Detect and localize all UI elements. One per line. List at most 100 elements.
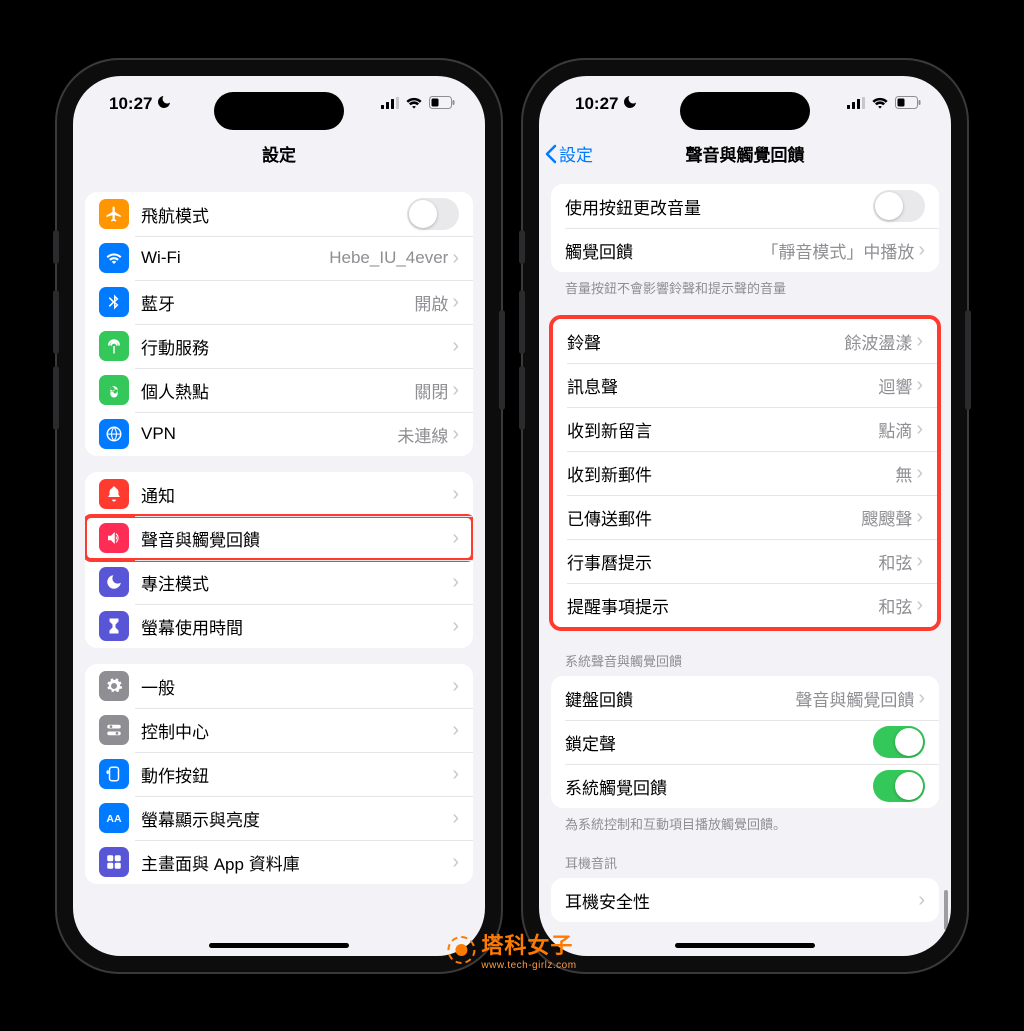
status-time: 10:27 (575, 94, 618, 114)
chevron-right-icon: › (918, 688, 925, 708)
wifi-icon (99, 243, 129, 273)
settings-row[interactable]: 耳機安全性› (551, 878, 939, 922)
row-label: 使用按鈕更改音量 (565, 194, 873, 219)
chevron-right-icon: › (452, 336, 459, 356)
page-title: 聲音與觸覺回饋 (539, 141, 951, 166)
cellular-signal-icon (847, 94, 865, 114)
toggle-switch[interactable] (407, 198, 459, 230)
settings-row[interactable]: 藍牙開啟› (85, 280, 473, 324)
hotspot-icon (99, 375, 129, 405)
wifi-icon (871, 94, 889, 114)
section-title: 系統聲音與觸覺回饋 (539, 631, 951, 676)
phone-right: 10:27 設定 聲音與觸覺回饋 使用按鈕更改音量觸覺回饋 (523, 60, 967, 972)
back-button[interactable]: 設定 (539, 141, 593, 166)
settings-row[interactable]: 通知› (85, 472, 473, 516)
settings-row[interactable]: 使用按鈕更改音量 (551, 184, 939, 228)
back-label: 設定 (559, 141, 593, 166)
scrollbar[interactable] (944, 890, 948, 930)
settings-row[interactable]: 收到新郵件無› (553, 451, 937, 495)
settings-row[interactable]: 行事曆提示和弦› (553, 539, 937, 583)
speaker-icon (99, 523, 129, 553)
moon-icon (622, 94, 638, 115)
cellular-icon (99, 331, 129, 361)
row-label: 收到新郵件 (567, 461, 895, 486)
sounds-list[interactable]: 使用按鈕更改音量觸覺回饋「靜音模式」中播放›音量按鈕不會影響鈴聲和提示聲的音量鈴… (539, 176, 951, 956)
settings-row[interactable]: 螢幕使用時間› (85, 604, 473, 648)
display-icon: AA (99, 803, 129, 833)
settings-row[interactable]: 個人熱點關閉› (85, 368, 473, 412)
navbar: 設定 聲音與觸覺回饋 (539, 132, 951, 176)
settings-row[interactable]: 控制中心› (85, 708, 473, 752)
row-value: Hebe_IU_4ever (329, 248, 448, 268)
caption: 音量按鈕不會影響鈴聲和提示聲的音量 (539, 272, 951, 297)
settings-row[interactable]: 行動服務› (85, 324, 473, 368)
chevron-right-icon: › (916, 463, 923, 483)
row-label: VPN (141, 424, 397, 444)
chevron-right-icon: › (452, 292, 459, 312)
settings-row[interactable]: 鈴聲餘波盪漾› (553, 319, 937, 363)
row-value: 點滴 (878, 417, 912, 442)
home-indicator[interactable] (209, 943, 349, 948)
home-indicator[interactable] (675, 943, 815, 948)
settings-row[interactable]: 一般› (85, 664, 473, 708)
toggle-switch[interactable] (873, 770, 925, 802)
row-label: 螢幕使用時間 (141, 614, 452, 639)
action-icon (99, 759, 129, 789)
chevron-right-icon: › (452, 248, 459, 268)
settings-row[interactable]: 觸覺回饋「靜音模式」中播放› (551, 228, 939, 272)
settings-row[interactable]: 鍵盤回饋聲音與觸覺回饋› (551, 676, 939, 720)
watermark-text: 塔科女子 (481, 928, 576, 960)
apps-icon (99, 847, 129, 877)
settings-row[interactable]: 專注模式› (85, 560, 473, 604)
row-value: 聲音與觸覺回饋 (795, 686, 914, 711)
settings-row[interactable]: 主畫面與 App 資料庫› (85, 840, 473, 884)
settings-row[interactable]: AA螢幕顯示與亮度› (85, 796, 473, 840)
settings-row[interactable]: 已傳送郵件颼颼聲› (553, 495, 937, 539)
section-title: 耳機音訊 (539, 833, 951, 878)
navbar: 設定 (73, 132, 485, 176)
toggle-switch[interactable] (873, 190, 925, 222)
settings-row[interactable]: 鎖定聲 (551, 720, 939, 764)
row-label: 系統觸覺回饋 (565, 774, 873, 799)
settings-row[interactable]: 動作按鈕› (85, 752, 473, 796)
phone-left: 10:27 設定 飛航模式Wi-FiHebe_IU_4ever›藍牙開啟›行動服… (57, 60, 501, 972)
settings-group: 鍵盤回饋聲音與觸覺回饋›鎖定聲系統觸覺回饋 (551, 676, 939, 808)
moon-icon (99, 567, 129, 597)
caption: 為系統控制和互動項目播放觸覺回饋。 (539, 808, 951, 833)
settings-row[interactable]: 提醒事項提示和弦› (553, 583, 937, 627)
row-value: 颼颼聲 (861, 505, 912, 530)
bell-icon (99, 479, 129, 509)
chevron-right-icon: › (916, 507, 923, 527)
settings-row[interactable]: Wi-FiHebe_IU_4ever› (85, 236, 473, 280)
page-title: 設定 (73, 141, 485, 166)
dynamic-island (214, 92, 344, 130)
settings-list[interactable]: 飛航模式Wi-FiHebe_IU_4ever›藍牙開啟›行動服務›個人熱點關閉›… (73, 176, 485, 956)
settings-row[interactable]: 訊息聲迴響› (553, 363, 937, 407)
row-label: 鈴聲 (567, 329, 844, 354)
settings-row[interactable]: 系統觸覺回饋 (551, 764, 939, 808)
row-label: 提醒事項提示 (567, 593, 878, 618)
settings-row[interactable]: 收到新留言點滴› (553, 407, 937, 451)
row-value: 和弦 (878, 593, 912, 618)
row-value: 關閉 (414, 378, 448, 403)
settings-row[interactable]: 飛航模式 (85, 192, 473, 236)
battery-icon (429, 94, 455, 114)
chevron-right-icon: › (452, 424, 459, 444)
vpn-icon (99, 419, 129, 449)
row-label: 螢幕顯示與亮度 (141, 806, 452, 831)
highlight-box: 鈴聲餘波盪漾›訊息聲迴響›收到新留言點滴›收到新郵件無›已傳送郵件颼颼聲›行事曆… (549, 315, 941, 631)
settings-row[interactable]: VPN未連線› (85, 412, 473, 456)
watermark: 塔科女子 www.tech-girlz.com (447, 928, 576, 971)
settings-group: 耳機安全性› (551, 878, 939, 922)
row-label: 行事曆提示 (567, 549, 878, 574)
row-label: 鍵盤回饋 (565, 686, 795, 711)
settings-group: 通知›聲音與觸覺回饋›專注模式›螢幕使用時間› (85, 472, 473, 648)
chevron-right-icon: › (918, 890, 925, 910)
toggle-switch[interactable] (873, 726, 925, 758)
chevron-right-icon: › (916, 419, 923, 439)
row-label: 個人熱點 (141, 378, 414, 403)
bluetooth-icon (99, 287, 129, 317)
watermark-sub: www.tech-girlz.com (481, 960, 576, 971)
chevron-right-icon: › (916, 375, 923, 395)
settings-row[interactable]: 聲音與觸覺回饋› (85, 516, 473, 560)
